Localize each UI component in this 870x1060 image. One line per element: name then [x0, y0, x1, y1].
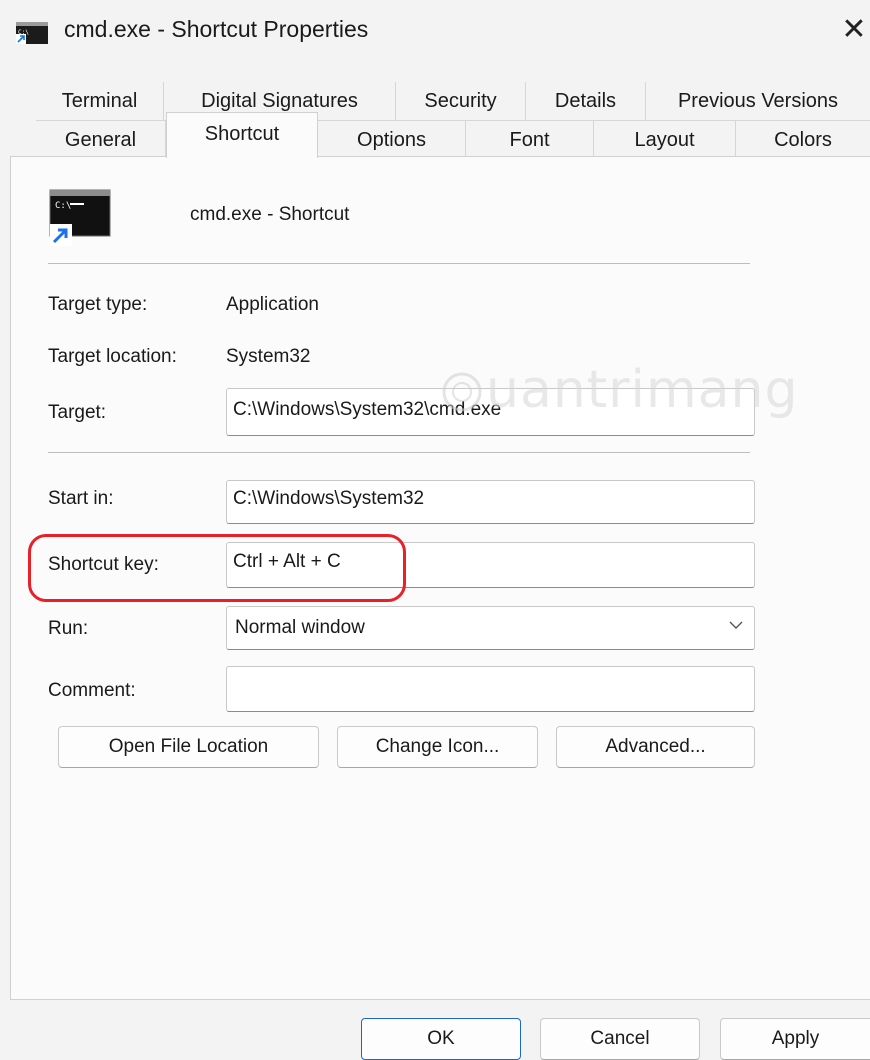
- close-button[interactable]: ✕: [838, 10, 870, 50]
- target-type-label: Target type:: [48, 294, 148, 315]
- cmd-icon: C:\: [49, 189, 111, 246]
- tab-label: Terminal: [61, 90, 138, 112]
- comment-field[interactable]: [226, 666, 755, 712]
- tab-label: Shortcut: [204, 123, 280, 145]
- svg-text:C:\: C:\: [55, 201, 71, 211]
- tab-general[interactable]: General: [36, 120, 166, 156]
- button-label: Cancel: [590, 1028, 650, 1049]
- tab-label: Details: [554, 90, 617, 112]
- divider: [48, 452, 750, 453]
- tab-colors[interactable]: Colors: [736, 120, 870, 156]
- tab-options[interactable]: Options: [318, 120, 466, 156]
- run-select[interactable]: Normal window: [226, 606, 755, 650]
- tab-shortcut[interactable]: Shortcut: [166, 112, 318, 158]
- chevron-down-icon: [729, 621, 743, 629]
- tab-terminal[interactable]: Terminal: [36, 82, 164, 120]
- tab-label: Layout: [634, 129, 695, 151]
- advanced-button[interactable]: Advanced...: [556, 726, 755, 768]
- tab-label: Font: [509, 129, 550, 151]
- button-label: Advanced...: [605, 736, 706, 757]
- tab-label: Digital Signatures: [201, 90, 358, 112]
- highlight-box: [28, 534, 406, 602]
- close-icon: ✕: [841, 13, 867, 46]
- target-location-label: Target location:: [48, 346, 177, 367]
- start-in-field[interactable]: C:\Windows\System32: [226, 480, 755, 524]
- change-icon-button[interactable]: Change Icon...: [337, 726, 538, 768]
- window-title: cmd.exe - Shortcut Properties: [64, 16, 369, 42]
- button-label: Open File Location: [108, 736, 269, 757]
- start-in-label: Start in:: [48, 488, 114, 509]
- open-file-location-button[interactable]: Open File Location: [58, 726, 319, 768]
- divider: [48, 263, 750, 264]
- target-field[interactable]: C:\Windows\System32\cmd.exe: [226, 388, 755, 436]
- tab-font[interactable]: Font: [466, 120, 594, 156]
- ok-button[interactable]: OK: [361, 1018, 521, 1060]
- run-label: Run:: [48, 618, 89, 639]
- target-location-value: System32: [226, 346, 311, 367]
- tab-label: General: [64, 129, 137, 151]
- shortcut-name: cmd.exe - Shortcut: [190, 204, 350, 225]
- start-in-value: C:\Windows\System32: [233, 488, 425, 509]
- target-label: Target:: [48, 402, 107, 423]
- comment-label: Comment:: [48, 680, 136, 701]
- tab-previous-versions[interactable]: Previous Versions: [646, 82, 870, 120]
- button-label: Apply: [771, 1028, 820, 1049]
- tab-security[interactable]: Security: [396, 82, 526, 120]
- button-label: OK: [427, 1028, 455, 1049]
- cancel-button[interactable]: Cancel: [540, 1018, 700, 1060]
- target-field-value: C:\Windows\System32\cmd.exe: [233, 399, 502, 420]
- button-label: Change Icon...: [375, 736, 500, 757]
- cmd-icon: C:\: [16, 22, 48, 44]
- tab-label: Security: [424, 90, 497, 112]
- title-bar: C:\ cmd.exe - Shortcut Properties ✕: [0, 0, 870, 64]
- tab-layout[interactable]: Layout: [594, 120, 736, 156]
- target-type-value: Application: [226, 294, 319, 315]
- tab-label: Previous Versions: [677, 90, 839, 112]
- tab-label: Options: [357, 129, 426, 151]
- tab-details[interactable]: Details: [526, 82, 646, 120]
- tab-label: Colors: [774, 129, 832, 151]
- apply-button[interactable]: Apply: [720, 1018, 870, 1060]
- run-select-value: Normal window: [235, 617, 365, 638]
